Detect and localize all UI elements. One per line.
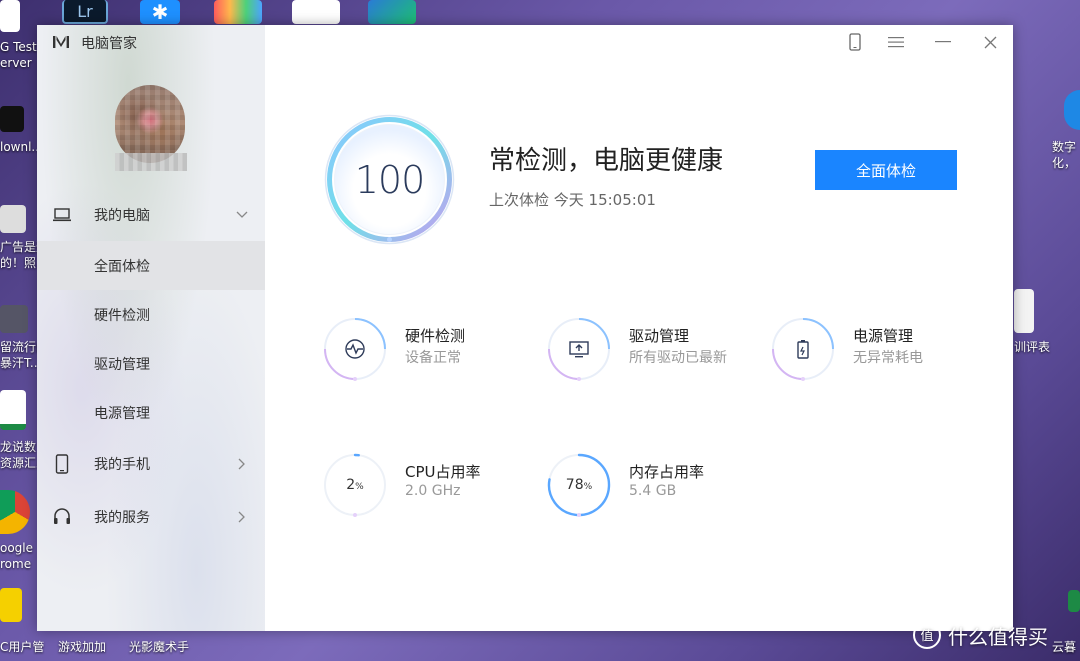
spreadsheet-desktop-icon[interactable] <box>0 390 26 430</box>
feature-title: 内存占用率 <box>629 463 705 481</box>
headset-icon <box>52 507 72 527</box>
yellow-app-desktop-icon[interactable] <box>0 588 22 622</box>
star-app-desktop-icon[interactable]: ✱ <box>140 0 180 24</box>
health-score: 100 <box>354 157 426 202</box>
phone-icon <box>52 453 72 474</box>
smzdm-logo-icon: 值 <box>913 621 941 649</box>
sidebar-item-label: 我的电脑 <box>94 207 150 224</box>
lightroom-desktop-icon[interactable]: Lr <box>62 0 108 24</box>
health-score-gauge: 100 <box>322 112 457 247</box>
watermark: 值 什么值得买 <box>912 620 1048 650</box>
chevron-down-icon <box>236 209 248 221</box>
menu-button[interactable] <box>885 31 907 53</box>
sidebar-item-hardware-check[interactable]: 硬件检测 <box>37 290 265 339</box>
desktop-label-12: C用户管 <box>0 640 45 654</box>
feature-subtitle: 所有驱动已最新 <box>629 350 727 366</box>
minimize-icon <box>935 41 951 43</box>
feature-subtitle: 设备正常 <box>405 350 461 366</box>
driver-monitor-icon <box>569 341 589 358</box>
driver-management-card[interactable]: 驱动管理 所有驱动已最新 <box>547 317 747 381</box>
sidebar: 电脑管家 我的电脑 全面体检 硬件检测 驱动管理 电源管理 我的手机 我的服务 <box>37 25 265 631</box>
power-management-card[interactable]: 电源管理 无异常耗电 <box>771 317 971 381</box>
feature-title: CPU占用率 <box>405 463 481 481</box>
desktop-label-2: erver <box>0 56 32 70</box>
chevron-right-icon <box>236 458 248 470</box>
hardware-check-card[interactable]: 硬件检测 设备正常 <box>323 317 523 381</box>
sidebar-item-label: 我的手机 <box>94 456 150 473</box>
hamburger-menu-icon <box>888 37 904 48</box>
desktop-label-13: 游戏加加 <box>58 640 107 654</box>
sidebar-item-label: 我的服务 <box>94 509 150 526</box>
feature-title: 驱动管理 <box>629 327 690 345</box>
close-icon <box>984 36 996 48</box>
laptop-icon <box>52 205 72 225</box>
sidebar-item-power-management[interactable]: 电源管理 <box>37 388 265 437</box>
username <box>115 153 187 171</box>
sidebar-item-label: 驱动管理 <box>94 356 150 373</box>
svg-text:值: 值 <box>920 628 933 643</box>
sidebar-item-label: 硬件检测 <box>94 307 150 324</box>
dark-window-desktop-icon[interactable] <box>0 106 24 132</box>
white-file-desktop-icon[interactable] <box>0 0 20 32</box>
shield-app-desktop-icon[interactable] <box>368 0 416 24</box>
minimize-button[interactable] <box>932 31 954 53</box>
desktop-label-1: G Test <box>0 40 37 54</box>
desktop-label-11: rome <box>0 557 32 571</box>
feature-title: 电源管理 <box>853 327 914 345</box>
phone-mode-button[interactable] <box>844 31 866 53</box>
sidebar-item-my-services[interactable]: 我的服务 <box>37 492 265 541</box>
hardware-pulse-icon <box>345 339 365 359</box>
sidebar-item-label: 电源管理 <box>94 405 150 422</box>
cpu-usage-card[interactable]: 2% CPU占用率 2.0 GHz <box>323 453 523 517</box>
desktop-label-r3: 训评表 <box>1014 340 1051 354</box>
pc-manager-window: 电脑管家 我的电脑 全面体检 硬件检测 驱动管理 电源管理 我的手机 我的服务 … <box>37 25 1013 631</box>
app-title: 电脑管家 <box>81 36 137 52</box>
sidebar-item-label: 全面体检 <box>94 258 150 275</box>
chrome-desktop-icon[interactable] <box>0 490 30 534</box>
document-desktop-icon[interactable] <box>1014 289 1034 333</box>
feature-subtitle: 无异常耗电 <box>853 350 923 366</box>
headline: 常检测，电脑更健康 <box>489 146 724 176</box>
app-logo-icon <box>53 36 69 48</box>
last-check-time: 上次体检 今天 15:05:01 <box>489 191 656 209</box>
feature-subtitle: 5.4 GB <box>629 483 677 499</box>
chevron-right-icon <box>236 511 248 523</box>
colorful-app-desktop-icon[interactable] <box>214 0 262 24</box>
feature-subtitle: 2.0 GHz <box>405 483 461 499</box>
image-desktop-icon[interactable] <box>0 305 28 333</box>
full-check-button[interactable]: 全面体检 <box>815 150 957 190</box>
blue-circle-desktop-icon[interactable] <box>1064 90 1080 130</box>
photo-desktop-icon[interactable] <box>0 205 26 233</box>
usage-unit: % <box>583 482 593 492</box>
usage-number: 78 <box>565 477 584 493</box>
memory-usage-value: 78% <box>547 453 611 517</box>
desktop-label-r1: 数字 <box>1052 140 1077 154</box>
usage-unit: % <box>355 482 364 492</box>
battery-icon <box>797 340 809 359</box>
desktop-label-14: 光影魔术手 <box>129 640 190 654</box>
usage-number: 2 <box>346 477 356 493</box>
desktop-label-r4: 云暮 <box>1052 640 1077 654</box>
cpu-usage-value: 2% <box>323 453 387 517</box>
watermark-text: 什么值得买 <box>948 624 1048 649</box>
memory-usage-card[interactable]: 78% 内存占用率 5.4 GB <box>547 453 747 517</box>
feature-title: 硬件检测 <box>405 327 466 345</box>
desktop-label-10: oogle <box>0 541 34 555</box>
desktop-label-r2: 化， <box>1052 156 1077 170</box>
phone-icon <box>849 33 861 51</box>
close-button[interactable] <box>979 31 1001 53</box>
desktop-label-3: lownl.. <box>0 140 40 154</box>
sidebar-item-full-check[interactable]: 全面体检 <box>37 241 265 290</box>
avatar[interactable] <box>115 85 185 163</box>
desktop-label-7: 暴汗T.. <box>0 356 38 370</box>
green-file-desktop-icon[interactable] <box>1068 590 1080 612</box>
desktop-label-8: 龙说数 <box>0 440 37 454</box>
sidebar-item-my-computer[interactable]: 我的电脑 <box>37 190 265 239</box>
baidu-netdisk-desktop-icon[interactable] <box>292 0 340 24</box>
sidebar-item-my-phone[interactable]: 我的手机 <box>37 439 265 488</box>
sidebar-item-driver-management[interactable]: 驱动管理 <box>37 339 265 388</box>
